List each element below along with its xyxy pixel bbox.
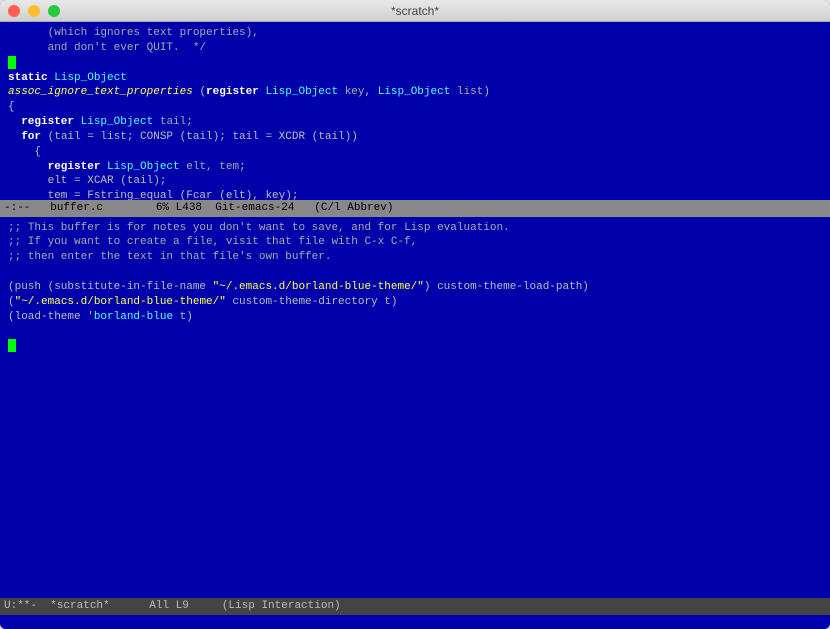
- code-line: static Lisp_Object: [8, 72, 127, 84]
- code-line: ;; This buffer is for notes you don't wa…: [8, 222, 510, 234]
- editor-pane-top[interactable]: (which ignores text properties), and don…: [0, 22, 830, 200]
- minibuffer[interactable]: [0, 615, 830, 629]
- code-line: elt = XCAR (tail);: [8, 175, 166, 187]
- titlebar: *scratch*: [0, 0, 830, 22]
- app-window: *scratch* (which ignores text properties…: [0, 0, 830, 629]
- code-line: ;; If you want to create a file, visit t…: [8, 236, 417, 248]
- editor-pane-bottom[interactable]: ;; This buffer is for notes you don't wa…: [0, 217, 830, 599]
- code-line: ;; then enter the text in that file's ow…: [8, 251, 331, 263]
- code-line: (load-theme 'borland-blue t): [8, 311, 193, 323]
- code-line: register Lisp_Object elt, tem;: [8, 161, 246, 173]
- cursor: [8, 339, 16, 352]
- code-line: {: [8, 146, 41, 158]
- close-button[interactable]: [8, 5, 20, 17]
- code-line: for (tail = list; CONSP (tail); tail = X…: [8, 131, 358, 143]
- code-line: (which ignores text properties),: [8, 27, 259, 39]
- code-line: {: [8, 101, 15, 113]
- code-line: and don't ever QUIT. */: [8, 42, 206, 54]
- modeline-top[interactable]: -:-- buffer.c 6% L438 Git-emacs-24 (C/l …: [0, 200, 830, 217]
- code-line: ("~/.emacs.d/borland-blue-theme/" custom…: [8, 296, 397, 308]
- modeline-bottom[interactable]: U:**- *scratch* All L9 (Lisp Interaction…: [0, 598, 830, 615]
- code-line: tem = Fstring_equal (Fcar (elt), key);: [8, 190, 298, 200]
- traffic-lights: [8, 5, 60, 17]
- code-line: assoc_ignore_text_properties (register L…: [8, 86, 490, 98]
- maximize-button[interactable]: [48, 5, 60, 17]
- minimize-button[interactable]: [28, 5, 40, 17]
- cursor: [8, 56, 16, 69]
- code-line: (push (substitute-in-file-name "~/.emacs…: [8, 281, 589, 293]
- code-line: register Lisp_Object tail;: [8, 116, 193, 128]
- window-title: *scratch*: [0, 4, 830, 18]
